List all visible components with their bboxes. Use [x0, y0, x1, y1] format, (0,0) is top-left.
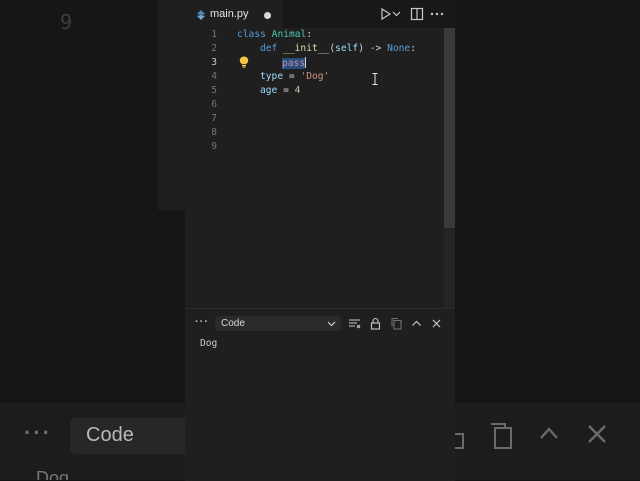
operator: = — [283, 71, 301, 82]
code-editor[interactable]: 1 2 3 4 5 6 7 8 9 class Animal: def __in… — [185, 28, 455, 308]
return-arrow: -> — [364, 43, 388, 54]
code-line-3: pass — [282, 57, 307, 69]
output-channel-select[interactable]: Code — [215, 316, 341, 331]
unsaved-dot-icon[interactable] — [264, 12, 271, 19]
string-literal: 'Dog' — [300, 71, 330, 82]
tab-label: main.py — [210, 8, 249, 20]
number-literal: 4 — [294, 85, 301, 96]
class-name: Animal — [271, 29, 307, 40]
chevron-down-icon — [327, 321, 336, 327]
tab-bar: main.py — [185, 0, 455, 29]
background-right — [455, 0, 640, 480]
background-scrollbar — [158, 0, 185, 210]
background-chevron-up-icon — [540, 427, 558, 439]
operator: = — [277, 85, 295, 96]
variable: type — [260, 71, 284, 82]
line-number: 8 — [211, 127, 217, 138]
code-line-1: class Animal: — [237, 29, 312, 40]
mouse-ibeam-icon — [372, 73, 378, 85]
background-select: Code — [70, 418, 185, 454]
more-icon[interactable]: ··· — [195, 316, 209, 328]
editor-window: main.py 1 2 3 4 5 6 7 8 9 class Animal: … — [185, 0, 455, 481]
keyword: class — [237, 29, 266, 40]
lightbulb-icon[interactable] — [239, 56, 249, 68]
editor-scrollbar-thumb[interactable] — [444, 28, 455, 228]
line-number: 7 — [211, 113, 217, 124]
python-file-icon — [197, 10, 205, 20]
line-number: 4 — [211, 71, 217, 82]
punctuation: : — [306, 29, 313, 40]
line-number: 2 — [211, 43, 217, 54]
chevron-down-icon[interactable] — [392, 6, 401, 22]
background-copy-icon — [491, 423, 512, 449]
output-panel: ··· Code Dog — [185, 308, 455, 481]
background-lock-icon — [455, 433, 464, 449]
background-more-icon: ··· — [24, 420, 52, 445]
background-line-number: 9 — [60, 10, 73, 34]
clear-output-icon[interactable] — [348, 317, 361, 330]
background-close-icon — [588, 425, 606, 443]
line-number: 9 — [211, 141, 217, 152]
background-left: 9 ··· Code Dog — [0, 0, 185, 480]
lock-icon[interactable] — [369, 317, 382, 330]
line-number-active: 3 — [211, 57, 217, 68]
text-cursor — [305, 57, 307, 68]
code-line-2: def __init__(self) -> None: — [260, 43, 416, 54]
more-icon[interactable] — [429, 6, 445, 22]
line-number: 6 — [211, 99, 217, 110]
background-output: Dog — [36, 468, 70, 480]
chevron-up-icon[interactable] — [410, 317, 423, 330]
variable: age — [260, 85, 278, 96]
output-text: Dog — [200, 338, 218, 349]
line-number: 1 — [211, 29, 217, 40]
output-channel-label: Code — [221, 318, 245, 329]
function-name: __init__ — [283, 43, 330, 54]
close-icon[interactable] — [430, 317, 443, 330]
copy-icon[interactable] — [390, 317, 403, 330]
tab-main-py[interactable]: main.py — [185, 0, 283, 29]
code-line-4: type = 'Dog' — [260, 71, 329, 82]
background-panel-right — [455, 403, 640, 480]
return-type: None — [387, 43, 411, 54]
punctuation: : — [410, 43, 416, 54]
selected-keyword: pass — [282, 58, 306, 69]
keyword: def — [260, 43, 278, 54]
line-number: 5 — [211, 85, 217, 96]
code-line-5: age = 4 — [260, 85, 300, 96]
split-editor-icon[interactable] — [409, 6, 425, 22]
parameter: self — [335, 43, 359, 54]
